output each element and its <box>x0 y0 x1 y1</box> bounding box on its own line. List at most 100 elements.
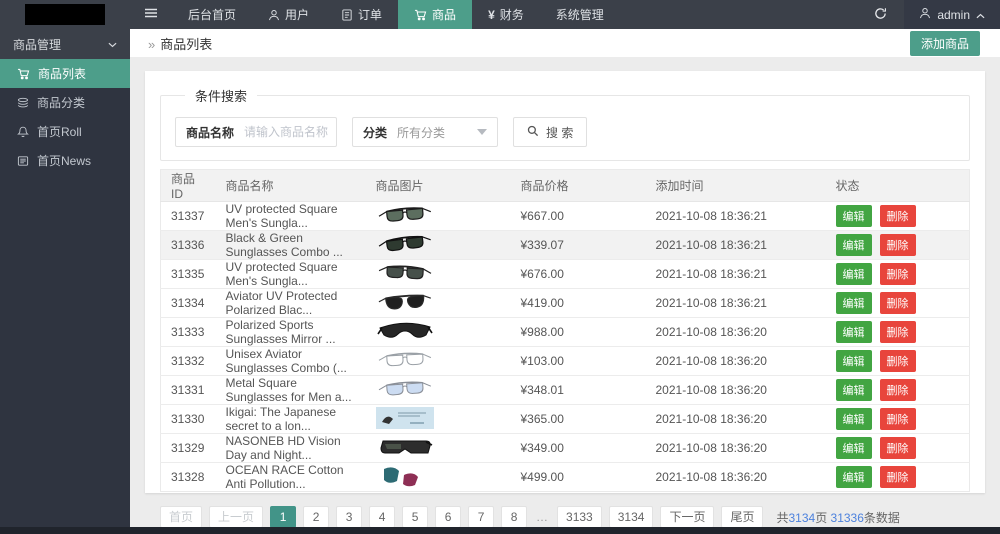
edit-button[interactable]: 编辑 <box>836 379 872 401</box>
cell-actions: 编辑删除 <box>826 318 970 347</box>
page-number-button[interactable]: 3134 <box>609 506 654 527</box>
user-menu[interactable]: admin <box>904 0 1000 29</box>
page-number-button[interactable]: 7 <box>468 506 494 527</box>
product-name-input[interactable] <box>244 125 336 139</box>
nav-item-orders[interactable]: 订单 <box>325 0 398 29</box>
order-icon <box>341 9 353 21</box>
cell-product-price: ¥103.00 <box>511 347 646 376</box>
column-header: 商品价格 <box>511 170 646 202</box>
delete-button[interactable]: 删除 <box>880 292 916 314</box>
page-number-button[interactable]: 4 <box>369 506 395 527</box>
cell-product-name: Polarized Sports Sunglasses Mirror ... <box>216 318 366 347</box>
cell-actions: 编辑删除 <box>826 434 970 463</box>
cell-added-time: 2021-10-08 18:36:20 <box>646 318 826 347</box>
column-header: 商品名称 <box>216 170 366 202</box>
logo-area <box>0 0 130 29</box>
cell-product-id: 31335 <box>161 260 216 289</box>
cell-product-price: ¥676.00 <box>511 260 646 289</box>
page-number-button[interactable]: 5 <box>402 506 428 527</box>
delete-button[interactable]: 删除 <box>880 234 916 256</box>
cell-actions: 编辑删除 <box>826 347 970 376</box>
cell-product-image <box>366 347 511 376</box>
delete-button[interactable]: 删除 <box>880 437 916 459</box>
sidebar-collapse-button[interactable] <box>130 0 172 29</box>
add-product-button[interactable]: 添加商品 <box>910 31 980 56</box>
sidebar-item-goods-category[interactable]: 商品分类 <box>0 88 130 117</box>
page-last-button[interactable]: 尾页 <box>721 506 763 527</box>
cell-product-name: NASONEB HD Vision Day and Night... <box>216 434 366 463</box>
nav-item-home[interactable]: 后台首页 <box>172 0 252 29</box>
sidebar-group-goods[interactable]: 商品管理 <box>0 29 130 59</box>
nav-item-finance[interactable]: ¥财务 <box>472 0 540 29</box>
cell-product-price: ¥499.00 <box>511 463 646 492</box>
category-select[interactable]: 所有分类 <box>397 124 469 141</box>
product-table-body: 31337UV protected Square Men's Sungla...… <box>161 202 970 492</box>
delete-button[interactable]: 删除 <box>880 263 916 285</box>
product-image <box>376 465 434 487</box>
delete-button[interactable]: 删除 <box>880 466 916 488</box>
cart-icon <box>17 68 30 80</box>
page-number-button[interactable]: 3 <box>336 506 362 527</box>
delete-button[interactable]: 删除 <box>880 408 916 430</box>
delete-button[interactable]: 删除 <box>880 321 916 343</box>
search-button[interactable]: 搜 索 <box>513 117 587 147</box>
cell-product-price: ¥988.00 <box>511 318 646 347</box>
user-icon <box>268 9 280 21</box>
table-row: 31336Black & Green Sunglasses Combo ...¥… <box>161 231 970 260</box>
news-icon <box>17 155 29 167</box>
edit-button[interactable]: 编辑 <box>836 350 872 372</box>
page-prev-button[interactable]: 上一页 <box>209 506 263 527</box>
table-header-row: 商品ID商品名称商品图片商品价格添加时间状态 <box>161 170 970 202</box>
product-image <box>376 436 434 458</box>
cell-product-id: 31331 <box>161 376 216 405</box>
product-image <box>376 262 434 284</box>
edit-button[interactable]: 编辑 <box>836 466 872 488</box>
page-number-button[interactable]: 6 <box>435 506 461 527</box>
cell-product-image <box>366 289 511 318</box>
product-image <box>376 204 434 226</box>
user-icon <box>919 7 931 22</box>
table-row: 31337UV protected Square Men's Sungla...… <box>161 202 970 231</box>
edit-button[interactable]: 编辑 <box>836 408 872 430</box>
delete-button[interactable]: 删除 <box>880 379 916 401</box>
column-header: 商品ID <box>161 170 216 202</box>
page-first-button[interactable]: 首页 <box>160 506 202 527</box>
cell-product-id: 31334 <box>161 289 216 318</box>
nav-item-users[interactable]: 用户 <box>252 0 325 29</box>
nav-item-system[interactable]: 系统管理 <box>540 0 620 29</box>
edit-button[interactable]: 编辑 <box>836 292 872 314</box>
edit-button[interactable]: 编辑 <box>836 437 872 459</box>
yen-icon: ¥ <box>488 8 495 22</box>
edit-button[interactable]: 编辑 <box>836 205 872 227</box>
page-number-button[interactable]: 8 <box>501 506 527 527</box>
cell-added-time: 2021-10-08 18:36:21 <box>646 289 826 318</box>
sidebar-item-goods-list[interactable]: 商品列表 <box>0 59 130 88</box>
category-group: 分类 所有分类 <box>352 117 498 147</box>
page-number-button[interactable]: 1 <box>270 506 296 527</box>
main-content: »商品列表 添加商品 条件搜索 商品名称 分类 所有分类 搜 索 <box>130 29 1000 527</box>
page-number-button[interactable]: 2 <box>303 506 329 527</box>
cell-product-name: Aviator UV Protected Polarized Blac... <box>216 289 366 318</box>
cell-product-id: 31333 <box>161 318 216 347</box>
refresh-button[interactable] <box>857 0 904 29</box>
cell-product-price: ¥348.01 <box>511 376 646 405</box>
cell-product-id: 31337 <box>161 202 216 231</box>
delete-button[interactable]: 删除 <box>880 350 916 372</box>
page-number-button[interactable]: 3133 <box>557 506 602 527</box>
topbar: 后台首页用户订单商品¥财务系统管理 admin <box>0 0 1000 29</box>
cell-product-id: 31329 <box>161 434 216 463</box>
product-name-label: 商品名称 <box>176 124 244 141</box>
cell-added-time: 2021-10-08 18:36:21 <box>646 231 826 260</box>
sidebar-item-home-roll[interactable]: 首页Roll <box>0 117 130 146</box>
product-image <box>376 233 434 255</box>
edit-button[interactable]: 编辑 <box>836 234 872 256</box>
table-row: 31328OCEAN RACE Cotton Anti Pollution...… <box>161 463 970 492</box>
sidebar-item-home-news[interactable]: 首页News <box>0 146 130 175</box>
page-next-button[interactable]: 下一页 <box>660 506 714 527</box>
cell-product-name: Metal Square Sunglasses for Men a... <box>216 376 366 405</box>
edit-button[interactable]: 编辑 <box>836 263 872 285</box>
edit-button[interactable]: 编辑 <box>836 321 872 343</box>
select-arrow-icon <box>477 129 487 135</box>
nav-item-goods[interactable]: 商品 <box>398 0 472 29</box>
delete-button[interactable]: 删除 <box>880 205 916 227</box>
